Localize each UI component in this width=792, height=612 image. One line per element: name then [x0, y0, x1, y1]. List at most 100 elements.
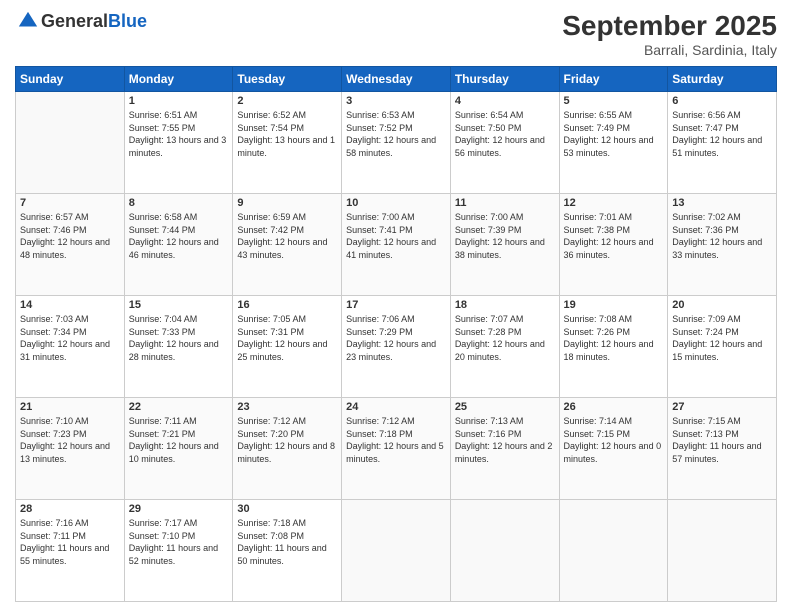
- calendar-week-4: 28 Sunrise: 7:16 AMSunset: 7:11 PMDayligh…: [16, 500, 777, 602]
- calendar-week-0: 1 Sunrise: 6:51 AMSunset: 7:55 PMDaylight…: [16, 92, 777, 194]
- location-subtitle: Barrali, Sardinia, Italy: [562, 42, 777, 58]
- day-number: 29: [129, 503, 229, 515]
- calendar-cell: 6Sunrise: 6:56 AMSunset: 7:47 PMDaylight…: [668, 92, 777, 194]
- day-number: 3: [346, 95, 446, 107]
- day-info: Sunrise: 7:16 AMSunset: 7:11 PMDaylight:…: [20, 517, 120, 567]
- day-info: Sunrise: 7:00 AMSunset: 7:39 PMDaylight:…: [455, 211, 555, 261]
- logo: GeneralBlue: [15, 10, 147, 32]
- calendar-cell: 25 Sunrise: 7:13 AMSunset: 7:16 PMDayligh…: [450, 398, 559, 500]
- day-number: 19: [564, 299, 664, 311]
- day-number: 21: [20, 401, 120, 413]
- day-header-thursday: Thursday: [450, 67, 559, 92]
- day-info: Sunrise: 6:59 AMSunset: 7:42 PMDaylight:…: [237, 211, 337, 261]
- day-number: 26: [564, 401, 664, 413]
- day-info: Sunrise: 7:11 AMSunset: 7:21 PMDaylight:…: [129, 415, 229, 465]
- calendar-cell: [668, 500, 777, 602]
- calendar-cell: 24 Sunrise: 7:12 AMSunset: 7:18 PMDayligh…: [342, 398, 451, 500]
- month-title: September 2025: [562, 10, 777, 42]
- calendar-cell: 2 Sunrise: 6:52 AMSunset: 7:54 PMDaylight…: [233, 92, 342, 194]
- day-number: 9: [237, 197, 337, 209]
- page: GeneralBlue September 2025 Barrali, Sard…: [0, 0, 792, 612]
- day-info: Sunrise: 7:02 AMSunset: 7:36 PMDaylight:…: [672, 211, 772, 261]
- day-info: Sunrise: 7:01 AMSunset: 7:38 PMDaylight:…: [564, 211, 664, 261]
- calendar-cell: 13 Sunrise: 7:02 AMSunset: 7:36 PMDayligh…: [668, 194, 777, 296]
- day-number: 1: [129, 95, 229, 107]
- calendar-cell: 17 Sunrise: 7:06 AMSunset: 7:29 PMDayligh…: [342, 296, 451, 398]
- day-number: 20: [672, 299, 772, 311]
- day-info: Sunrise: 6:57 AMSunset: 7:46 PMDaylight:…: [20, 211, 120, 261]
- day-info: Sunrise: 7:08 AMSunset: 7:26 PMDaylight:…: [564, 313, 664, 363]
- title-section: September 2025 Barrali, Sardinia, Italy: [562, 10, 777, 58]
- day-header-saturday: Saturday: [668, 67, 777, 92]
- day-info: Sunrise: 6:55 AMSunset: 7:49 PMDaylight:…: [564, 109, 664, 159]
- calendar-cell: 3 Sunrise: 6:53 AMSunset: 7:52 PMDaylight…: [342, 92, 451, 194]
- calendar-cell: 8Sunrise: 6:58 AMSunset: 7:44 PMDaylight…: [124, 194, 233, 296]
- day-info: Sunrise: 7:13 AMSunset: 7:16 PMDaylight:…: [455, 415, 555, 465]
- calendar-cell: 23 Sunrise: 7:12 AMSunset: 7:20 PMDayligh…: [233, 398, 342, 500]
- day-number: 13: [672, 197, 772, 209]
- day-info: Sunrise: 7:12 AMSunset: 7:18 PMDaylight:…: [346, 415, 446, 465]
- day-number: 18: [455, 299, 555, 311]
- day-info: Sunrise: 6:51 AMSunset: 7:55 PMDaylight:…: [129, 109, 229, 159]
- calendar-week-1: 7 Sunrise: 6:57 AMSunset: 7:46 PMDaylight…: [16, 194, 777, 296]
- calendar-header-row: SundayMondayTuesdayWednesdayThursdayFrid…: [16, 67, 777, 92]
- calendar-cell: 20Sunrise: 7:09 AMSunset: 7:24 PMDayligh…: [668, 296, 777, 398]
- day-info: Sunrise: 7:14 AMSunset: 7:15 PMDaylight:…: [564, 415, 664, 465]
- day-number: 2: [237, 95, 337, 107]
- day-number: 22: [129, 401, 229, 413]
- calendar-cell: 14Sunrise: 7:03 AMSunset: 7:34 PMDayligh…: [16, 296, 125, 398]
- day-info: Sunrise: 7:07 AMSunset: 7:28 PMDaylight:…: [455, 313, 555, 363]
- day-number: 25: [455, 401, 555, 413]
- day-number: 30: [237, 503, 337, 515]
- calendar-cell: 11 Sunrise: 7:00 AMSunset: 7:39 PMDayligh…: [450, 194, 559, 296]
- calendar-cell: 29Sunrise: 7:17 AMSunset: 7:10 PMDayligh…: [124, 500, 233, 602]
- day-number: 24: [346, 401, 446, 413]
- calendar-cell: [342, 500, 451, 602]
- day-number: 11: [455, 197, 555, 209]
- calendar-cell: [16, 92, 125, 194]
- calendar-cell: [559, 500, 668, 602]
- day-number: 14: [20, 299, 120, 311]
- calendar-cell: 1 Sunrise: 6:51 AMSunset: 7:55 PMDaylight…: [124, 92, 233, 194]
- day-number: 4: [455, 95, 555, 107]
- day-number: 17: [346, 299, 446, 311]
- day-number: 28: [20, 503, 120, 515]
- calendar-cell: 26 Sunrise: 7:14 AMSunset: 7:15 PMDayligh…: [559, 398, 668, 500]
- day-info: Sunrise: 7:15 AMSunset: 7:13 PMDaylight:…: [672, 415, 772, 465]
- calendar-cell: 9 Sunrise: 6:59 AMSunset: 7:42 PMDaylight…: [233, 194, 342, 296]
- day-number: 10: [346, 197, 446, 209]
- logo-icon: [17, 10, 39, 32]
- calendar-cell: 7 Sunrise: 6:57 AMSunset: 7:46 PMDaylight…: [16, 194, 125, 296]
- day-header-friday: Friday: [559, 67, 668, 92]
- day-info: Sunrise: 6:53 AMSunset: 7:52 PMDaylight:…: [346, 109, 446, 159]
- calendar-cell: 21 Sunrise: 7:10 AMSunset: 7:23 PMDayligh…: [16, 398, 125, 500]
- day-header-sunday: Sunday: [16, 67, 125, 92]
- day-info: Sunrise: 6:58 AMSunset: 7:44 PMDaylight:…: [129, 211, 229, 261]
- calendar-cell: [450, 500, 559, 602]
- day-info: Sunrise: 7:04 AMSunset: 7:33 PMDaylight:…: [129, 313, 229, 363]
- day-info: Sunrise: 6:52 AMSunset: 7:54 PMDaylight:…: [237, 109, 337, 159]
- day-number: 7: [20, 197, 120, 209]
- day-number: 16: [237, 299, 337, 311]
- day-info: Sunrise: 7:10 AMSunset: 7:23 PMDaylight:…: [20, 415, 120, 465]
- day-info: Sunrise: 7:05 AMSunset: 7:31 PMDaylight:…: [237, 313, 337, 363]
- logo-text: GeneralBlue: [41, 11, 147, 32]
- calendar-cell: 27Sunrise: 7:15 AMSunset: 7:13 PMDayligh…: [668, 398, 777, 500]
- day-number: 12: [564, 197, 664, 209]
- calendar-cell: 5Sunrise: 6:55 AMSunset: 7:49 PMDaylight…: [559, 92, 668, 194]
- day-number: 15: [129, 299, 229, 311]
- calendar-cell: 30Sunrise: 7:18 AMSunset: 7:08 PMDayligh…: [233, 500, 342, 602]
- calendar-cell: 19 Sunrise: 7:08 AMSunset: 7:26 PMDayligh…: [559, 296, 668, 398]
- day-info: Sunrise: 6:56 AMSunset: 7:47 PMDaylight:…: [672, 109, 772, 159]
- day-header-tuesday: Tuesday: [233, 67, 342, 92]
- calendar-week-3: 21 Sunrise: 7:10 AMSunset: 7:23 PMDayligh…: [16, 398, 777, 500]
- day-info: Sunrise: 7:00 AMSunset: 7:41 PMDaylight:…: [346, 211, 446, 261]
- day-info: Sunrise: 7:06 AMSunset: 7:29 PMDaylight:…: [346, 313, 446, 363]
- calendar-cell: 10 Sunrise: 7:00 AMSunset: 7:41 PMDayligh…: [342, 194, 451, 296]
- calendar-cell: 18 Sunrise: 7:07 AMSunset: 7:28 PMDayligh…: [450, 296, 559, 398]
- day-info: Sunrise: 7:12 AMSunset: 7:20 PMDaylight:…: [237, 415, 337, 465]
- calendar-week-2: 14Sunrise: 7:03 AMSunset: 7:34 PMDayligh…: [16, 296, 777, 398]
- calendar-cell: 4 Sunrise: 6:54 AMSunset: 7:50 PMDaylight…: [450, 92, 559, 194]
- day-info: Sunrise: 6:54 AMSunset: 7:50 PMDaylight:…: [455, 109, 555, 159]
- day-number: 23: [237, 401, 337, 413]
